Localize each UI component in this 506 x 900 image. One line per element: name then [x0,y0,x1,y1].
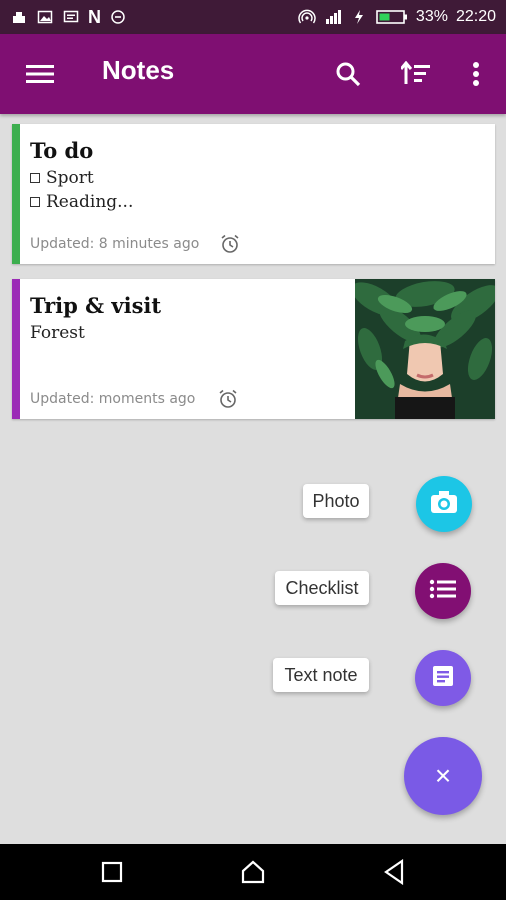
minus-circle-icon [109,8,127,26]
note-title: Trip & visit [30,293,162,318]
status-right-icons: 33% 22:20 [298,8,496,26]
message-icon [62,8,80,26]
note-updated: Updated: 8 minutes ago [30,236,200,252]
page-title: Notes [102,55,175,85]
checkbox-icon [30,197,40,207]
photo-option-label[interactable]: Photo [303,484,369,518]
checklist-item-label: Reading... [46,192,134,212]
home-button[interactable] [239,858,267,886]
status-left-icons: N [10,7,127,28]
checklist-item: Reading... [30,192,133,212]
menu-icon[interactable] [22,56,58,92]
recents-button[interactable] [98,858,126,886]
close-icon: × [434,760,452,791]
signal-icon [324,8,342,26]
battery-percentage: 33% [415,8,448,25]
alarm-icon [220,234,240,254]
n-icon: N [88,6,101,27]
add-text-note-button[interactable] [415,650,471,706]
note-color-stripe [12,124,20,264]
list-icon [429,578,457,604]
checklist-item: Sport [30,168,94,188]
app-bar: Notes [0,34,506,114]
hotspot-icon [298,8,316,26]
note-card[interactable]: To do Sport Reading... Updated: 8 minute… [12,124,495,264]
back-button[interactable] [380,858,408,886]
add-photo-button[interactable] [416,476,472,532]
note-body: Forest [30,323,85,343]
more-icon[interactable] [458,56,494,92]
close-fab-button[interactable]: × [404,737,482,815]
add-checklist-button[interactable] [415,563,471,619]
text-note-option-label[interactable]: Text note [273,658,369,692]
checklist-item-label: Sport [46,168,94,188]
search-icon[interactable] [330,56,366,92]
sort-icon[interactable] [398,56,434,92]
note-icon [431,664,455,692]
alarm-icon [218,389,238,409]
status-time: 22:20 [455,8,496,25]
status-bar: N 33% 22:20 [0,0,506,34]
charging-icon [350,8,368,26]
camera-icon [429,489,459,519]
note-color-stripe [12,279,20,419]
checklist-option-label[interactable]: Checklist [275,571,369,605]
note-title: To do [30,138,94,163]
note-updated: Updated: moments ago [30,391,196,407]
note-image[interactable] [351,279,495,419]
image-icon [36,8,54,26]
navigation-bar [0,844,506,900]
checkbox-icon [30,173,40,183]
battery-icon [376,8,408,26]
note-card[interactable]: Trip & visit Forest Updated: moments ago [12,279,495,419]
android-icon [10,8,28,26]
